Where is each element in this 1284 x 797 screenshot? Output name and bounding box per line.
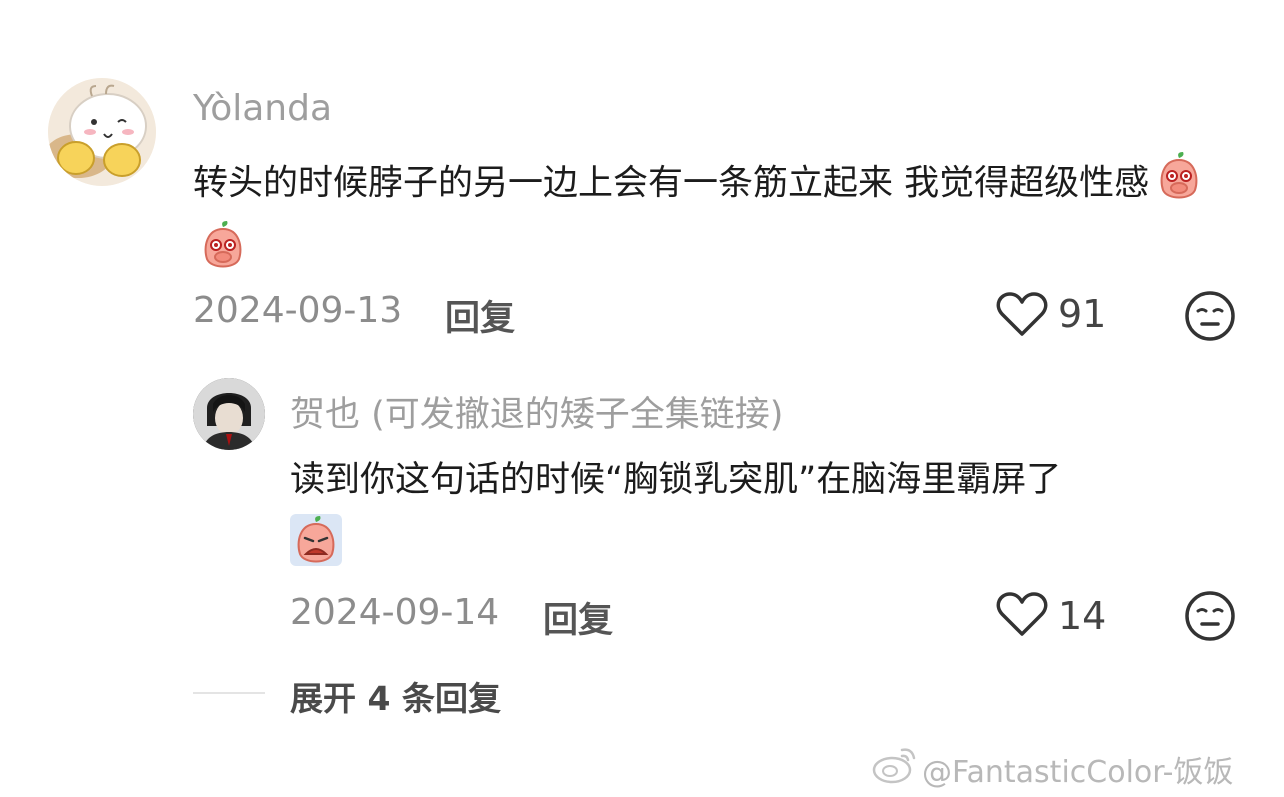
peach-blush-emoji-icon: [197, 219, 249, 288]
like-button[interactable]: 91: [996, 290, 1116, 342]
avatar[interactable]: [193, 378, 265, 450]
neutral-face-icon: [1185, 291, 1235, 341]
like-count: 14: [1058, 594, 1107, 638]
watermark: @FantasticColor-饭饭: [922, 755, 1234, 790]
divider: [193, 692, 265, 694]
comment-username[interactable]: Yòlanda: [193, 88, 332, 129]
portrait-avatar-icon: [193, 378, 265, 450]
heart-icon: [996, 592, 1048, 636]
reply-text-body: 读到你这句话的时候“胸锁乳突肌”在脑海里霸屏了: [290, 460, 1062, 500]
expand-replies-button[interactable]: 展开 4 条回复: [290, 672, 501, 720]
reply-button[interactable]: 回复: [445, 290, 515, 341]
peach-crying-emoji-icon: [290, 514, 342, 566]
bunny-avatar-icon: [48, 78, 156, 186]
reply-date: 2024-09-14: [290, 592, 500, 633]
comment-text: 转头的时候脖子的另一边上会有一条筋立起来 我觉得超级性感: [193, 150, 1213, 288]
avatar[interactable]: [48, 78, 156, 186]
like-button[interactable]: 14: [996, 590, 1116, 642]
reply-text: 读到你这句话的时候“胸锁乳突肌”在脑海里霸屏了: [290, 452, 1230, 508]
dislike-button[interactable]: [1184, 290, 1236, 342]
reply-button[interactable]: 回复: [543, 592, 613, 643]
weibo-logo-icon: [872, 744, 918, 784]
reply-username[interactable]: 贺也 (可发撤退的矮子全集链接): [290, 386, 783, 437]
peach-blush-emoji-icon: [1153, 150, 1205, 219]
neutral-face-icon: [1185, 591, 1235, 641]
like-count: 91: [1058, 292, 1107, 336]
comment-date: 2024-09-13: [193, 290, 403, 331]
comment-text-body: 转头的时候脖子的另一边上会有一条筋立起来 我觉得超级性感: [193, 163, 1150, 204]
heart-icon: [996, 292, 1048, 336]
dislike-button[interactable]: [1184, 590, 1236, 642]
